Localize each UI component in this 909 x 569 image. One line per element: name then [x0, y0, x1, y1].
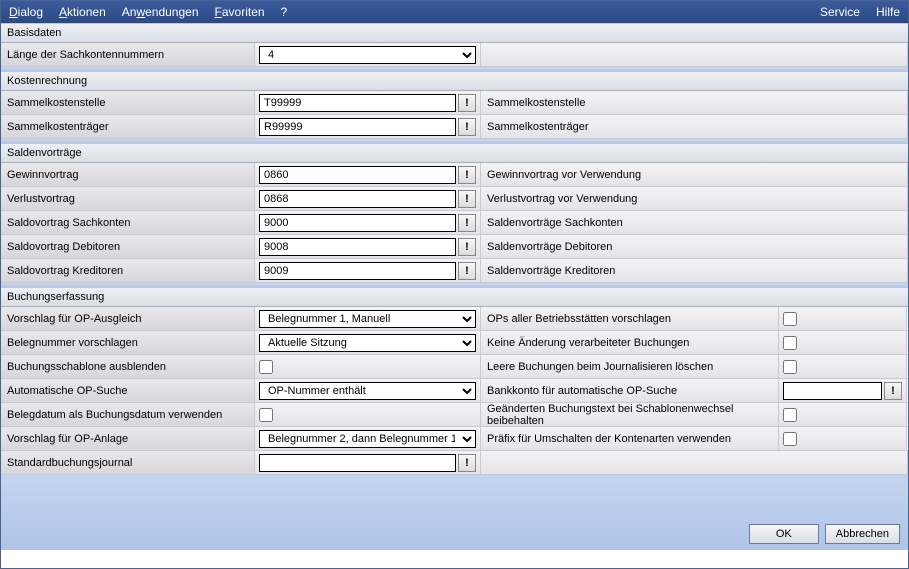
sammelkostenstelle-desc: Sammelkostenstelle [481, 91, 908, 114]
auto-suche-label: Automatische OP-Suche [1, 379, 255, 402]
ok-button[interactable]: OK [749, 524, 819, 544]
menubar: Dialog Aktionen Anwendungen Favoriten ? … [1, 1, 908, 23]
standardjournal-input[interactable] [259, 454, 456, 472]
belegnr-vorschlagen-select[interactable]: Aktuelle Sitzung [259, 334, 476, 352]
bankkonto-label: Bankkonto für automatische OP-Suche [481, 379, 779, 402]
auto-suche-select[interactable]: OP-Nummer enthält [259, 382, 476, 400]
abbrechen-button[interactable]: Abbrechen [825, 524, 900, 544]
ops-betriebsstaetten-label: OPs aller Betriebsstätten vorschlagen [481, 307, 779, 330]
sammelkostenstelle-lookup[interactable]: ! [458, 94, 476, 112]
laenge-sachkonten-label: Länge der Sachkontennummern [1, 43, 255, 66]
sach-label: Saldovortrag Sachkonten [1, 211, 255, 234]
section-basisdaten: Basisdaten [1, 23, 908, 43]
belegdatum-label: Belegdatum als Buchungsdatum verwenden [1, 403, 255, 426]
sammelkostentraeger-desc: Sammelkostenträger [481, 115, 908, 138]
sammelkostentraeger-input[interactable] [259, 118, 456, 136]
menu-aktionen[interactable]: Aktionen [59, 5, 106, 19]
praefix-checkbox[interactable] [783, 432, 797, 446]
belegdatum-checkbox[interactable] [259, 408, 273, 422]
vorschlag-anlage-label: Vorschlag für OP-Anlage [1, 427, 255, 450]
section-kostenrechnung: Kostenrechnung [1, 71, 908, 91]
kred-lookup[interactable]: ! [458, 262, 476, 280]
sach-desc: Saldenvorträge Sachkonten [481, 211, 908, 234]
schablone-ausblenden-label: Buchungsschablone ausblenden [1, 355, 255, 378]
standardjournal-desc [481, 451, 908, 474]
sammelkostenstelle-input[interactable] [259, 94, 456, 112]
section-salden: Saldenvorträge [1, 143, 908, 163]
menu-dialog[interactable]: Dialog [9, 5, 43, 19]
verlust-lookup[interactable]: ! [458, 190, 476, 208]
belegnr-vorschlagen-label: Belegnummer vorschlagen [1, 331, 255, 354]
sammelkostenstelle-label: Sammelkostenstelle [1, 91, 255, 114]
menu-service[interactable]: Service [820, 5, 860, 19]
keine-aenderung-label: Keine Änderung verarbeiteter Buchungen [481, 331, 779, 354]
vorschlag-ausgleich-label: Vorschlag für OP-Ausgleich [1, 307, 255, 330]
kred-input[interactable] [259, 262, 456, 280]
verlust-desc: Verlustvortrag vor Verwendung [481, 187, 908, 210]
gewinn-lookup[interactable]: ! [458, 166, 476, 184]
deb-label: Saldovortrag Debitoren [1, 235, 255, 258]
gewinn-desc: Gewinnvortrag vor Verwendung [481, 163, 908, 186]
praefix-label: Präfix für Umschalten der Kontenarten ve… [481, 427, 779, 450]
sammelkostentraeger-label: Sammelkostenträger [1, 115, 255, 138]
bankkonto-lookup[interactable]: ! [884, 382, 902, 400]
menu-favoriten[interactable]: Favoriten [215, 5, 265, 19]
laenge-sachkonten-select[interactable]: 4 [259, 46, 476, 64]
gewinn-input[interactable] [259, 166, 456, 184]
footer-area: OK Abbrechen [1, 475, 908, 550]
deb-input[interactable] [259, 238, 456, 256]
menu-hilfe[interactable]: Hilfe [876, 5, 900, 19]
deb-lookup[interactable]: ! [458, 238, 476, 256]
sach-input[interactable] [259, 214, 456, 232]
section-buchung: Buchungserfassung [1, 287, 908, 307]
menu-help-q[interactable]: ? [281, 5, 288, 19]
sammelkostentraeger-lookup[interactable]: ! [458, 118, 476, 136]
schablone-ausblenden-checkbox[interactable] [259, 360, 273, 374]
sach-lookup[interactable]: ! [458, 214, 476, 232]
vorschlag-ausgleich-select[interactable]: Belegnummer 1, Manuell [259, 310, 476, 328]
deb-desc: Saldenvorträge Debitoren [481, 235, 908, 258]
standardjournal-lookup[interactable]: ! [458, 454, 476, 472]
geaenderten-text-checkbox[interactable] [783, 408, 797, 422]
vorschlag-anlage-select[interactable]: Belegnummer 2, dann Belegnummer 1 [259, 430, 476, 448]
geaenderten-text-label: Geänderten Buchungstext bei Schablonenwe… [481, 403, 779, 426]
leere-buchungen-checkbox[interactable] [783, 360, 797, 374]
ops-betriebsstaetten-checkbox[interactable] [783, 312, 797, 326]
keine-aenderung-checkbox[interactable] [783, 336, 797, 350]
kred-desc: Saldenvorträge Kreditoren [481, 259, 908, 282]
bankkonto-input[interactable] [783, 382, 882, 400]
verlust-label: Verlustvortrag [1, 187, 255, 210]
verlust-input[interactable] [259, 190, 456, 208]
kred-label: Saldovortrag Kreditoren [1, 259, 255, 282]
standardjournal-label: Standardbuchungsjournal [1, 451, 255, 474]
menu-anwendungen[interactable]: Anwendungen [122, 5, 199, 19]
gewinn-label: Gewinnvortrag [1, 163, 255, 186]
leere-buchungen-label: Leere Buchungen beim Journalisieren lösc… [481, 355, 779, 378]
laenge-desc [481, 43, 908, 66]
